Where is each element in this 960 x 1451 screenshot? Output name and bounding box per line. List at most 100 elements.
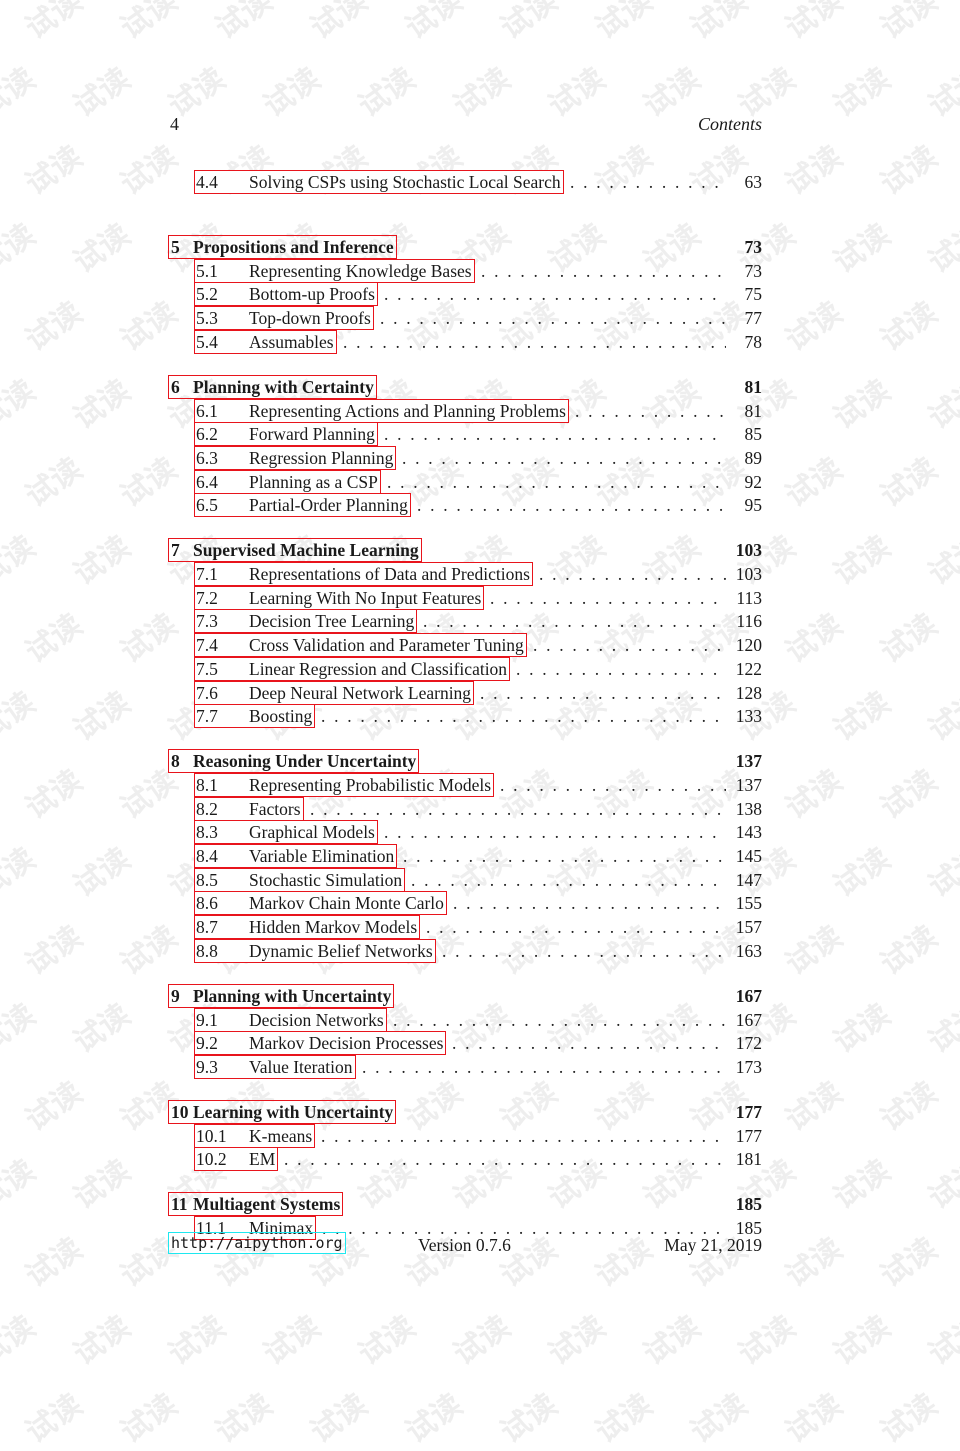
section-link[interactable]: 6.2 Forward Planning: [194, 422, 378, 447]
page-reference: 147: [735, 869, 762, 890]
dot-leader: . . . . . . . . . . . . . . . . . . . . …: [480, 682, 726, 703]
toc-chapter-row: 5 Propositions and Inference 73: [168, 234, 763, 259]
section-link[interactable]: 8.3 Graphical Models: [194, 820, 378, 845]
entry-number: 7.1: [196, 564, 218, 584]
chapter-link[interactable]: 10 Learning with Uncertainty: [168, 1099, 397, 1124]
chapter-link[interactable]: 7 Supervised Machine Learning: [168, 538, 422, 562]
section-link[interactable]: 8.5 Stochastic Simulation: [194, 867, 406, 892]
page-reference: 177: [735, 1125, 762, 1146]
dot-leader: . . . . . . . . . . . . . . . . . . . . …: [403, 846, 726, 866]
toc-section-row: 8.1 Representing Probabilistic Models . . …: [168, 772, 762, 797]
chapter-link[interactable]: 11 Multiagent Systems: [168, 1192, 344, 1216]
entry-number: 10.2: [196, 1149, 227, 1170]
page-reference: 157: [735, 917, 762, 938]
toc-section-row: 5.1 Representing Knowledge Bases . . . . .…: [168, 258, 762, 283]
entry-title: Markov Decision Processes: [249, 1033, 444, 1054]
section-link[interactable]: 7.7 Boosting: [194, 704, 316, 729]
dot-leader: . . . . . . . . . . . . . . . . . . . . …: [452, 1033, 726, 1054]
section-link[interactable]: 10.2 EM: [194, 1147, 279, 1172]
section-link[interactable]: 8.1 Representing Probabilistic Models: [194, 772, 495, 797]
section-link[interactable]: 7.5 Linear Regression and Classification: [194, 656, 511, 681]
entry-number: 8.4: [196, 846, 218, 866]
entry-number: 8.6: [196, 893, 218, 914]
entry-title: K-means: [249, 1125, 313, 1146]
section-link[interactable]: 7.6 Deep Neural Network Learning: [194, 680, 475, 705]
section-link[interactable]: 7.4 Cross Validation and Parameter Tuning: [194, 633, 527, 658]
entry-title: Solving CSPs using Stochastic Local Sear…: [249, 172, 561, 192]
section-link[interactable]: 9.1 Decision Networks: [194, 1007, 387, 1032]
entry-number: 10.1: [196, 1125, 227, 1146]
section-link[interactable]: 5.3 Top-down Proofs: [194, 306, 374, 331]
entry-title: Representing Actions and Planning Proble…: [249, 400, 566, 421]
entry-title: Top-down Proofs: [249, 308, 371, 329]
section-link[interactable]: 6.1 Representing Actions and Planning Pro…: [194, 398, 569, 423]
section-link[interactable]: 8.4 Variable Elimination: [194, 844, 398, 868]
dot-leader: . . . . . . . . . . . . . . . . . . . . …: [284, 1149, 726, 1170]
toc-section-row: 7.6 Deep Neural Network Learning . . . . .…: [168, 680, 762, 705]
section-link[interactable]: 7.2 Learning With No Input Features: [194, 585, 485, 610]
section-link[interactable]: 8.8 Dynamic Belief Networks: [194, 938, 436, 963]
section-link[interactable]: 7.1 Representations of Data and Predictio…: [194, 562, 533, 586]
entry-number: 9: [171, 985, 180, 1006]
section-link[interactable]: 8.7 Hidden Markov Models: [194, 915, 421, 940]
entry-title: Boosting: [249, 706, 313, 727]
toc-section-row: 6.2 Forward Planning . . . . . . . . . . .…: [168, 422, 762, 447]
entry-number: 5: [171, 236, 180, 257]
dot-leader: . . . . . . . . . . . . . . . . . . . . …: [442, 940, 726, 961]
entry-title: Bottom-up Proofs: [249, 284, 375, 305]
section-link[interactable]: 10.1 K-means: [194, 1123, 316, 1148]
dot-leader: . . . . . . . . . . . . . . . . . . . . …: [384, 284, 726, 305]
entry-number: 9.2: [196, 1033, 218, 1054]
entry-number: 6.1: [196, 400, 218, 421]
chapter-link[interactable]: 6 Planning with Certainty: [168, 374, 377, 399]
toc-section-row: 8.8 Dynamic Belief Networks . . . . . . . …: [168, 938, 762, 963]
watermark-text: 试读: [874, 1387, 944, 1451]
entry-title: Cross Validation and Parameter Tuning: [249, 635, 524, 656]
section-link[interactable]: 6.4 Planning as a CSP: [194, 469, 381, 494]
toc-section-row: 8.4 Variable Elimination . . . . . . . . .…: [168, 844, 762, 868]
section-link[interactable]: 9.3 Value Iteration: [194, 1054, 356, 1079]
page-reference: 172: [735, 1033, 762, 1054]
entry-number: 8.3: [196, 822, 218, 843]
entry-title: Learning With No Input Features: [249, 587, 482, 608]
entry-title: Assumables: [249, 331, 334, 352]
dot-leader: . . . . . . . . . . . . . . . . . . . . …: [575, 400, 726, 421]
entry-title: Representing Probabilistic Models: [249, 774, 492, 795]
entry-title: Regression Planning: [249, 447, 394, 468]
entry-title: Planning with Uncertainty: [193, 985, 392, 1006]
watermark-text: 试读: [399, 1387, 469, 1451]
section-link[interactable]: 7.3 Decision Tree Learning: [194, 609, 418, 634]
entry-title: Stochastic Simulation: [249, 869, 403, 890]
chapter-link[interactable]: 5 Propositions and Inference: [168, 234, 397, 259]
watermark-text: 试读: [494, 1387, 564, 1451]
website-link[interactable]: http://aipython.org: [168, 1232, 346, 1254]
page-reference: 177: [735, 1101, 762, 1122]
section-link[interactable]: 8.6 Markov Chain Monte Carlo: [194, 891, 447, 916]
chapter-link[interactable]: 8 Reasoning Under Uncertainty: [168, 748, 420, 773]
section-link[interactable]: 5.4 Assumables: [194, 329, 337, 354]
entry-title: Variable Elimination: [249, 846, 395, 866]
section-link[interactable]: 9.2 Markov Decision Processes: [194, 1031, 447, 1056]
chapter-link[interactable]: 9 Planning with Uncertainty: [168, 983, 395, 1008]
entry-title: Multiagent Systems: [193, 1194, 341, 1214]
section-link[interactable]: 6.5 Partial-Order Planning: [194, 493, 411, 518]
page-reference: 73: [744, 236, 763, 257]
section-link[interactable]: 8.2 Factors: [194, 796, 304, 821]
toc-chapter-row: 7 Supervised Machine Learning 103: [168, 538, 762, 562]
date-label: May 21, 2019: [664, 1235, 762, 1255]
section-link[interactable]: 5.1 Representing Knowledge Bases: [194, 258, 475, 283]
toc-section-row: 5.2 Bottom-up Proofs . . . . . . . . . . .…: [168, 282, 762, 307]
section-link[interactable]: 4.4 Solving CSPs using Stochastic Local S…: [194, 170, 564, 194]
entry-title: Hidden Markov Models: [249, 917, 418, 938]
dot-leader: . . . . . . . . . . . . . . . . . . . . …: [533, 635, 726, 656]
section-link[interactable]: 6.3 Regression Planning: [194, 445, 397, 470]
toc-chapter-row: 11 Multiagent Systems 185: [168, 1192, 762, 1216]
section-link[interactable]: 5.2 Bottom-up Proofs: [194, 282, 378, 307]
toc-section-row: 8.7 Hidden Markov Models . . . . . . . . .…: [168, 915, 762, 940]
page-reference: 128: [735, 682, 762, 703]
dot-leader: . . . . . . . . . . . . . . . . . . . . …: [387, 471, 726, 492]
entry-title: Linear Regression and Classification: [249, 658, 508, 679]
toc-section-row: 8.5 Stochastic Simulation . . . . . . . . …: [168, 867, 762, 892]
dot-leader: . . . . . . . . . . . . . . . . . . . . …: [384, 424, 726, 445]
entry-title: EM: [249, 1149, 276, 1170]
